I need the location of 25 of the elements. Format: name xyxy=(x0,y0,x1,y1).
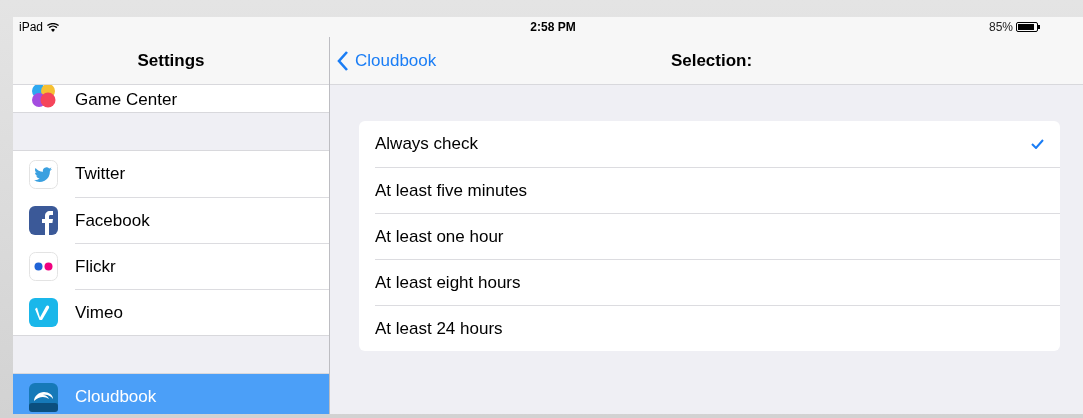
device-name: iPad xyxy=(19,20,44,34)
settings-item[interactable]: Twitter xyxy=(13,151,329,197)
dots-icon xyxy=(29,251,58,281)
sidebar-title: Settings xyxy=(137,50,205,71)
page-title: Selection: xyxy=(670,50,753,71)
option-row[interactable]: At least 24 hours xyxy=(375,305,1060,351)
status-time: 2:58 PM xyxy=(530,20,576,34)
bubbles-icon xyxy=(29,85,58,110)
settings-item[interactable]: Game Center xyxy=(13,85,329,112)
settings-item[interactable]: Flickr xyxy=(13,243,329,289)
back-chevron-icon xyxy=(337,50,349,71)
facebook-icon xyxy=(29,205,58,235)
option-row[interactable]: At least five minutes xyxy=(375,167,1060,213)
vimeo-icon xyxy=(29,297,58,327)
battery-icon xyxy=(1016,22,1040,32)
cloud-app-icon xyxy=(29,382,58,412)
bird-icon xyxy=(29,159,58,189)
back-button[interactable]: Cloudbook xyxy=(337,37,437,84)
option-row[interactable]: At least eight hours xyxy=(375,259,1060,305)
wifi-icon xyxy=(47,22,60,32)
settings-item[interactable]: Vimeo xyxy=(13,289,329,335)
option-row[interactable]: At least one hour xyxy=(375,213,1060,259)
option-row[interactable]: Always check xyxy=(375,121,1060,167)
settings-item[interactable]: Facebook xyxy=(13,197,329,243)
battery-percent: 85% xyxy=(988,20,1013,34)
